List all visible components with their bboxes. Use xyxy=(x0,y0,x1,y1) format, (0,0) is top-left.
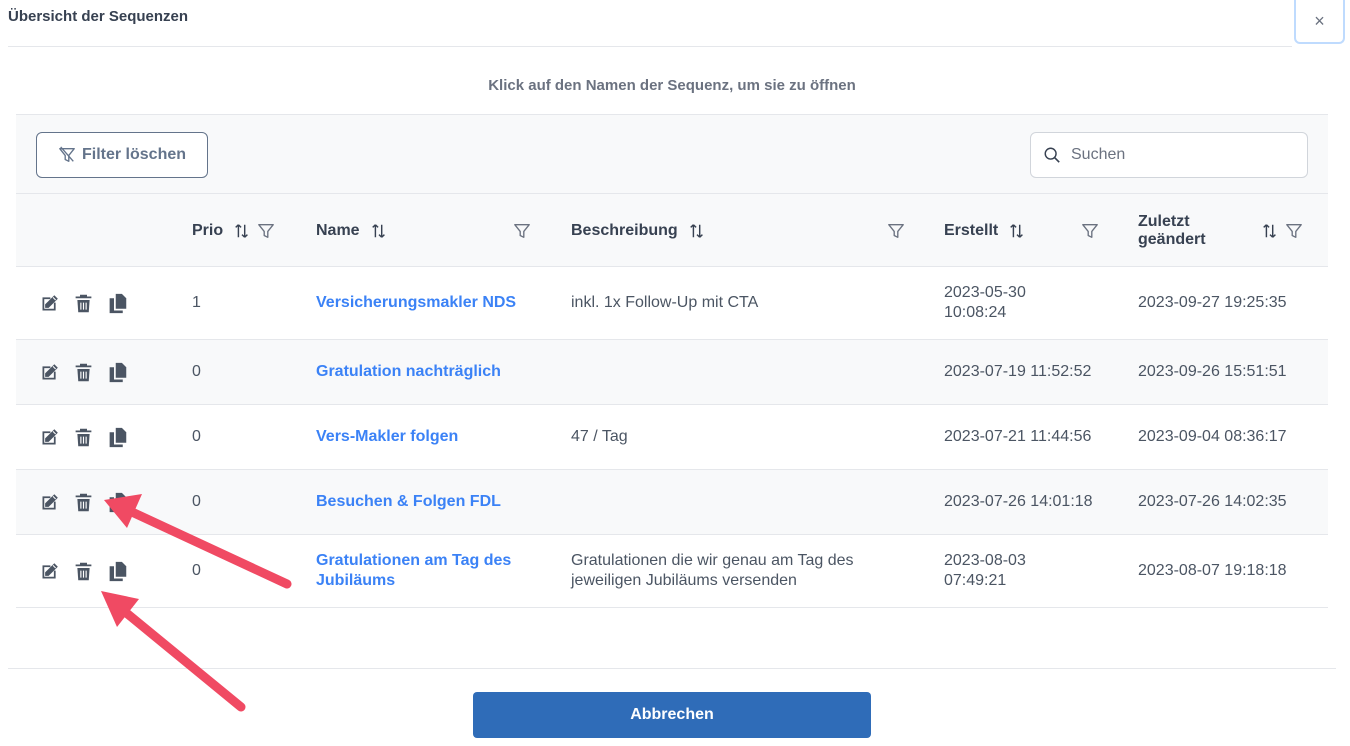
cell-erstellt-time: 10:08:24 xyxy=(944,304,1007,321)
copy-icon[interactable] xyxy=(106,426,128,448)
filter-icon[interactable] xyxy=(887,222,905,240)
edit-icon[interactable] xyxy=(38,292,60,314)
cell-zuletzt: 2023-08-07 19:18:18 xyxy=(1138,562,1287,579)
open-hint: Klick auf den Namen der Sequenz, um sie … xyxy=(488,77,856,94)
cell-prio: 0 xyxy=(192,363,201,380)
table-row: 0 Gratulation nachträglich 2023-07-19 11… xyxy=(16,340,1328,405)
cell-zuletzt: 2023-07-26 14:02:35 xyxy=(1138,493,1287,510)
filter-icon[interactable] xyxy=(513,222,531,240)
trash-icon[interactable] xyxy=(72,361,94,383)
cell-beschreibung: Gratulationen die wir genau am Tag des j… xyxy=(571,535,854,607)
trash-icon[interactable] xyxy=(72,560,94,582)
edit-icon[interactable] xyxy=(38,361,60,383)
header-label-zuletzt-line2: geändert xyxy=(1138,230,1206,248)
cell-erstellt: 2023-07-26 14:01:18 xyxy=(944,493,1093,510)
header-label-zuletzt-line1: Zuletzt xyxy=(1138,212,1190,230)
cell-zuletzt: 2023-09-27 19:25:35 xyxy=(1138,294,1287,311)
dialog-title: Übersicht der Sequenzen xyxy=(8,8,189,25)
sequence-name-link[interactable]: Gratulation nachträglich xyxy=(316,340,501,404)
cell-erstellt-time: 07:49:21 xyxy=(944,572,1007,589)
column-header-beschreibung: Beschreibung xyxy=(571,194,706,267)
cell-erstellt: 2023-05-30 10:08:24 xyxy=(944,267,1026,339)
cell-prio: 0 xyxy=(192,428,201,445)
row-actions xyxy=(38,535,128,607)
edit-icon[interactable] xyxy=(38,491,60,513)
sort-icon[interactable] xyxy=(370,222,388,240)
cell-zuletzt: 2023-09-04 08:36:17 xyxy=(1138,428,1287,445)
trash-icon[interactable] xyxy=(72,491,94,513)
filter-icon[interactable] xyxy=(1081,222,1099,240)
sequence-name-link[interactable]: Vers-Makler folgen xyxy=(316,405,458,469)
sort-icon[interactable] xyxy=(233,222,251,240)
cell-prio: 0 xyxy=(192,493,201,510)
cell-erstellt-date: 2023-08-03 xyxy=(944,552,1026,569)
copy-icon[interactable] xyxy=(106,292,128,314)
search-icon xyxy=(1043,146,1061,164)
copy-icon[interactable] xyxy=(106,491,128,513)
column-filter-name xyxy=(513,194,531,267)
cell-zuletzt: 2023-09-26 15:51:51 xyxy=(1138,363,1287,380)
column-filter-erstellt xyxy=(1081,194,1099,267)
sequence-name-line2: Jubiläums xyxy=(316,572,396,589)
row-actions xyxy=(38,405,128,469)
header-label-name: Name xyxy=(316,221,360,239)
cell-erstellt-date: 2023-05-30 xyxy=(944,284,1026,301)
column-sort-filter-zuletzt xyxy=(1261,194,1303,267)
filter-icon[interactable] xyxy=(1285,222,1303,240)
copy-icon[interactable] xyxy=(106,560,128,582)
table-row: 0 Besuchen & Folgen FDL 2023-07-26 14:01… xyxy=(16,470,1328,535)
cell-erstellt: 2023-07-19 11:52:52 xyxy=(944,363,1092,380)
copy-icon[interactable] xyxy=(106,361,128,383)
beschreibung-line1: Gratulationen die wir genau am Tag des xyxy=(571,552,854,569)
column-header-name: Name xyxy=(316,194,388,267)
trash-icon[interactable] xyxy=(72,426,94,448)
table-header: Prio Name Beschreibung Erstellt Zuletzt … xyxy=(16,194,1328,267)
filter-icon[interactable] xyxy=(257,222,275,240)
edit-icon[interactable] xyxy=(38,560,60,582)
sequences-table: Prio Name Beschreibung Erstellt Zuletzt … xyxy=(16,194,1328,608)
filter-clear-button[interactable]: Filter löschen xyxy=(36,132,208,178)
sequence-name-link[interactable]: Gratulationen am Tag des Jubiläums xyxy=(316,535,511,607)
trash-icon[interactable] xyxy=(72,292,94,314)
sort-icon[interactable] xyxy=(688,222,706,240)
row-actions xyxy=(38,340,128,404)
filter-clear-label: Filter löschen xyxy=(81,146,187,163)
header-label-prio: Prio xyxy=(192,221,224,239)
close-icon: × xyxy=(1314,10,1325,31)
cell-erstellt: 2023-07-21 11:44:56 xyxy=(944,428,1092,445)
filter-slash-icon xyxy=(58,146,76,164)
table-row: 0 Vers-Makler folgen 47 / Tag 2023-07-21… xyxy=(16,405,1328,470)
cancel-button[interactable]: Abbrechen xyxy=(473,692,871,738)
table-row: 0 Gratulationen am Tag des Jubiläums Gra… xyxy=(16,535,1328,608)
search-input[interactable] xyxy=(1071,146,1291,164)
column-header-zuletzt: Zuletzt geändert xyxy=(1138,194,1206,267)
search-box[interactable] xyxy=(1030,132,1308,178)
column-header-erstellt: Erstellt xyxy=(944,194,1026,267)
sequence-name-link[interactable]: Versicherungsmakler NDS xyxy=(316,267,516,339)
cell-beschreibung: inkl. 1x Follow-Up mit CTA xyxy=(571,294,759,311)
header-label-beschreibung: Beschreibung xyxy=(571,221,678,239)
close-button[interactable]: × xyxy=(1294,0,1345,44)
cell-erstellt: 2023-08-03 07:49:21 xyxy=(944,535,1026,607)
row-actions xyxy=(38,470,128,534)
sort-icon[interactable] xyxy=(1261,222,1279,240)
annotation-arrow xyxy=(101,591,246,712)
row-actions xyxy=(38,267,128,339)
sequence-name-line1: Gratulationen am Tag des xyxy=(316,552,512,569)
cell-prio: 0 xyxy=(192,562,201,579)
cell-beschreibung: 47 / Tag xyxy=(571,428,628,445)
sort-icon[interactable] xyxy=(1008,222,1026,240)
cell-prio: 1 xyxy=(192,294,201,311)
column-filter-beschreibung xyxy=(887,194,905,267)
beschreibung-line2: jeweiligen Jubiläums versenden xyxy=(571,572,797,589)
header-label-erstellt: Erstellt xyxy=(944,221,999,239)
table-toolbar: Filter löschen xyxy=(16,114,1328,194)
column-header-prio: Prio xyxy=(192,194,275,267)
title-divider xyxy=(8,46,1292,47)
table-row: 1 Versicherungsmakler NDS inkl. 1x Follo… xyxy=(16,267,1328,340)
footer-divider xyxy=(8,668,1336,669)
edit-icon[interactable] xyxy=(38,426,60,448)
sequence-name-link[interactable]: Besuchen & Folgen FDL xyxy=(316,470,501,534)
